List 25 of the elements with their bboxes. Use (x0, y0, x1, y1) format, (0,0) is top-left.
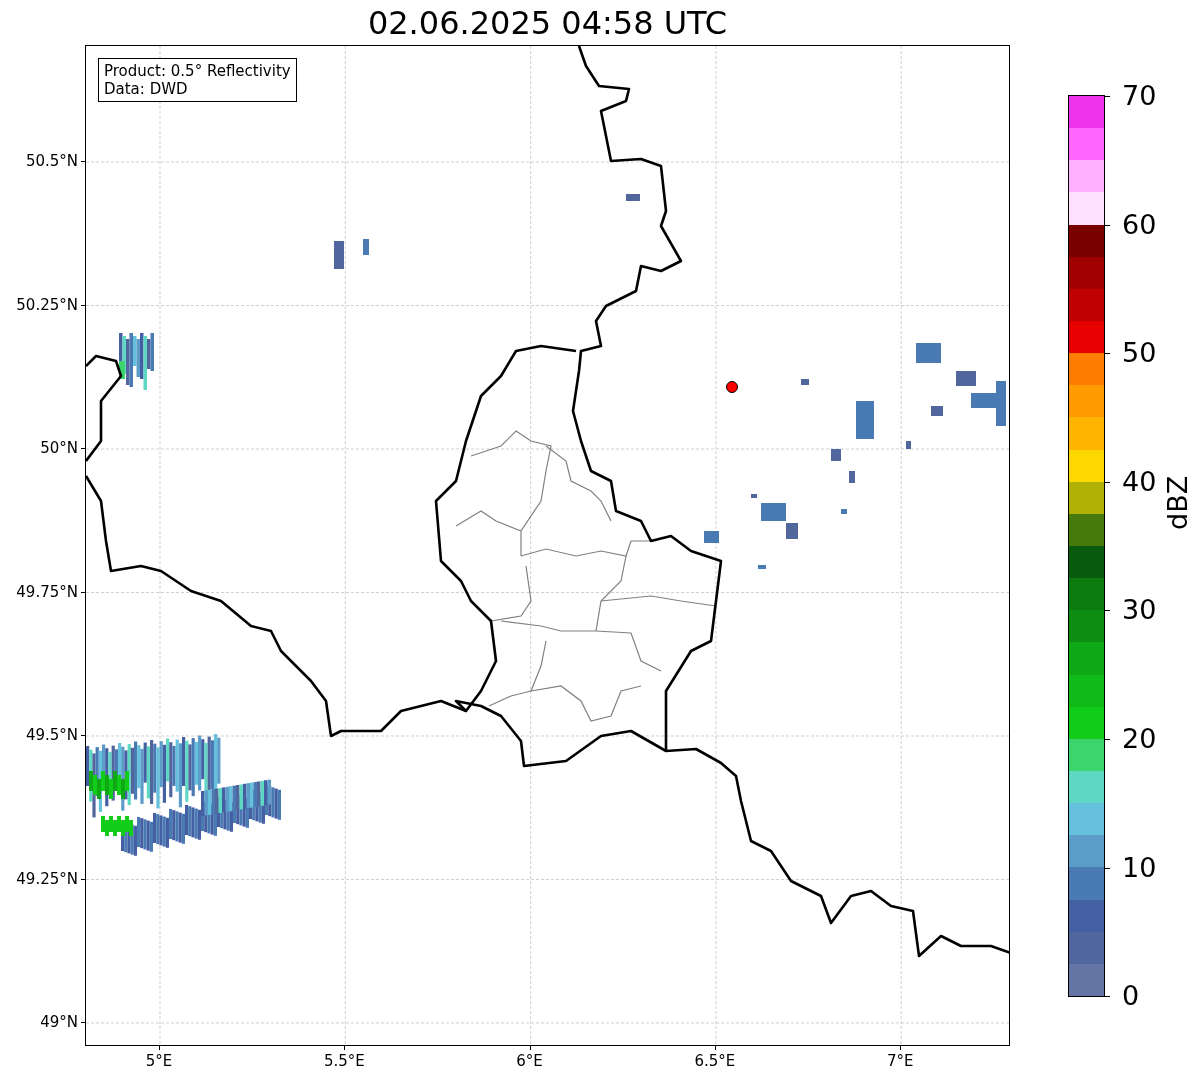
chart-title: 02.06.2025 04:58 UTC (366, 3, 729, 43)
colorbar-label: dBZ (1162, 475, 1193, 530)
axis-tick-label: 50.25°N (16, 295, 78, 314)
colorbar-tick-label: 20 (1122, 724, 1157, 754)
colorbar-tick-label: 30 (1122, 595, 1157, 626)
info-text: Product: 0.5° Reflectivity (104, 62, 291, 80)
colorbar-tick-label: 40 (1122, 466, 1157, 497)
axis-tick-label: 6.5°E (694, 1052, 736, 1070)
colorbar-tick-label: 10 (1122, 852, 1157, 883)
station-marker (726, 381, 738, 393)
colorbar-tick-label: 60 (1122, 209, 1157, 240)
info-text: Data: DWD (104, 80, 189, 98)
axis-tick-label: 49.25°N (16, 869, 78, 888)
colorbar-tick-label: 0 (1122, 981, 1140, 1012)
axis-tick-label: 6°E (516, 1052, 543, 1070)
axis-tick-label: 49.75°N (16, 582, 78, 601)
axis-tick-label: 49°N (40, 1013, 78, 1031)
axis-tick-label: 50°N (40, 439, 78, 457)
axis-tick-label: 50.5°N (25, 152, 78, 170)
axis-tick-label: 5.5°E (323, 1052, 365, 1070)
axis-tick-label: 7°E (886, 1052, 914, 1070)
colorbar-tick-label: 50 (1122, 338, 1157, 369)
colorbar-tick-label: 70 (1122, 81, 1157, 111)
axis-tick-label: 5°E (145, 1052, 173, 1070)
axis-tick-label: 49.5°N (25, 726, 78, 744)
